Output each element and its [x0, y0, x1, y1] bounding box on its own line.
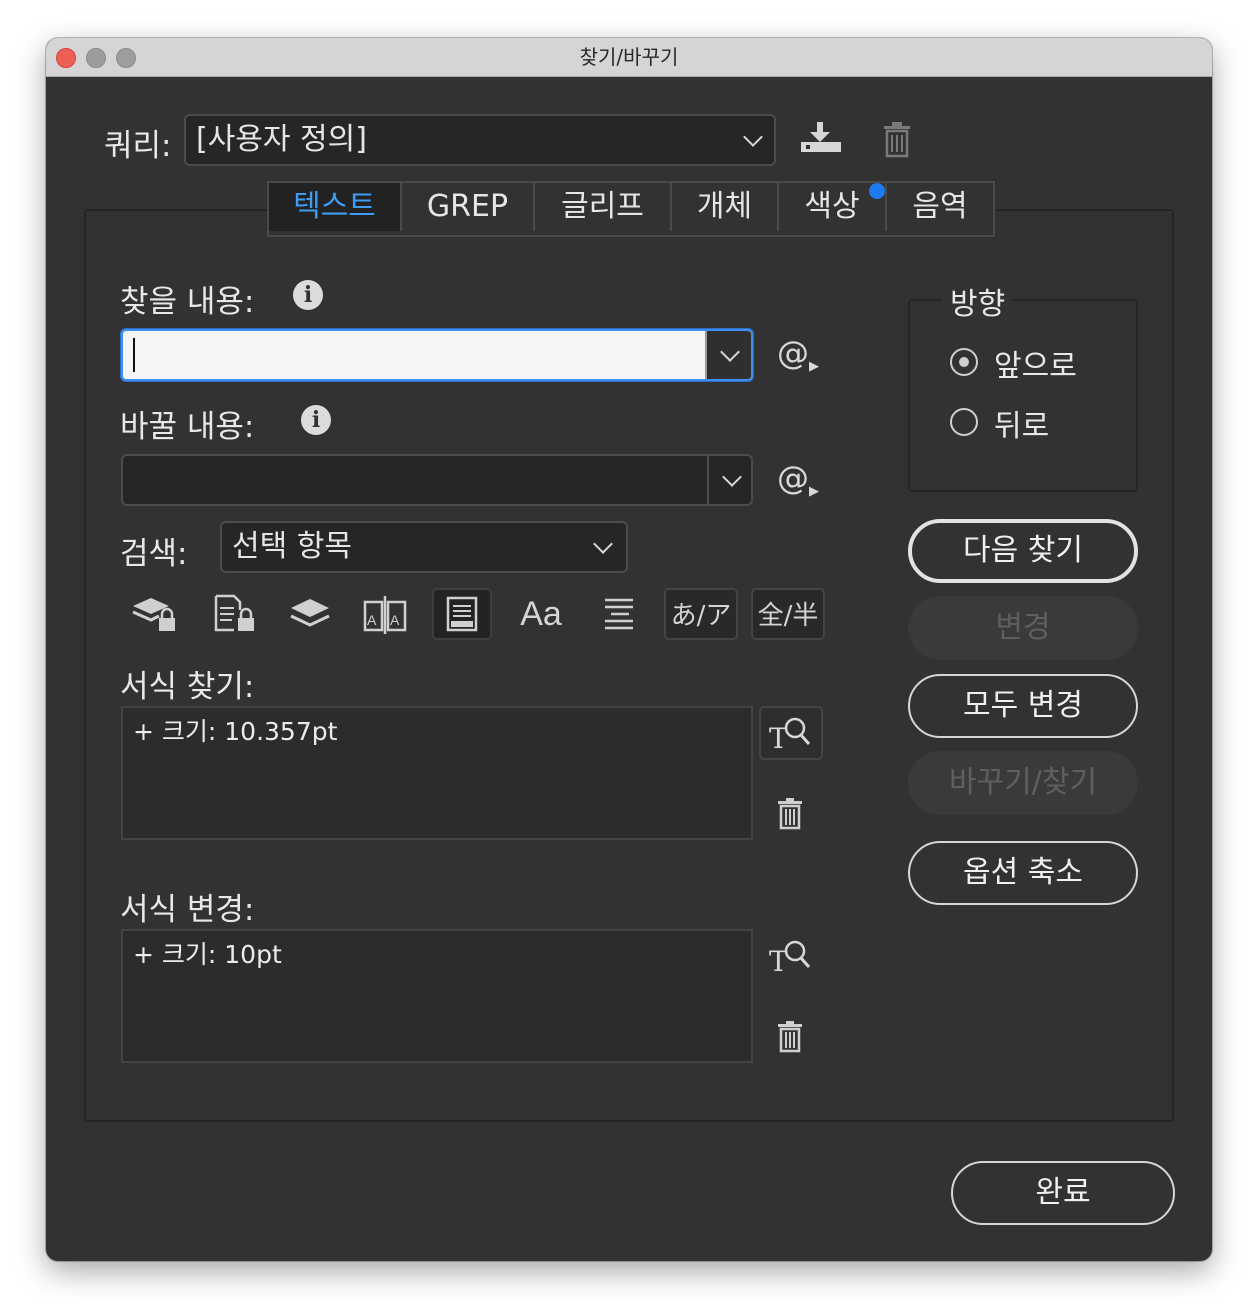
change-format-value: + 크기: 10pt	[133, 940, 282, 969]
backward-label[interactable]: 뒤로	[994, 401, 1049, 445]
include-hidden-layers-icon[interactable]	[280, 588, 340, 640]
find-what-label: 찾을 내용:	[120, 284, 255, 320]
full-half-width-icon[interactable]: 全/半	[751, 588, 825, 640]
tab-bar: 텍스트 GREP 글리프 개체 색상 음역	[267, 181, 995, 237]
special-characters-find-button[interactable]: @▶	[777, 334, 819, 374]
chevron-down-icon	[720, 342, 740, 362]
format-search-icon: T	[769, 717, 811, 755]
include-master-pages-icon[interactable]: A A	[355, 588, 415, 640]
find-change-dialog: 찾기/바꾸기 쿼리: [사용자 정의] 텍스트 GREP 글리프 개체 색상 음…	[46, 38, 1212, 1261]
info-icon[interactable]: i	[293, 280, 323, 310]
find-next-button[interactable]: 다음 찾기	[908, 519, 1138, 583]
query-label: 쿼리:	[104, 128, 172, 164]
include-footnotes-icon[interactable]	[432, 588, 492, 640]
radio-backward[interactable]	[950, 408, 978, 436]
title-bar: 찾기/바꾸기	[46, 38, 1212, 77]
chevron-down-icon[interactable]	[722, 467, 742, 487]
tab-color-label: 색상	[804, 189, 860, 224]
find-format-value: + 크기: 10.357pt	[133, 717, 338, 746]
change-format-box[interactable]: + 크기: 10pt	[121, 929, 753, 1063]
specify-change-format-button[interactable]: T	[761, 931, 821, 981]
direction-label: 방향	[942, 279, 1014, 323]
change-all-button[interactable]: 모두 변경	[908, 674, 1138, 738]
search-scope-value: 선택 항목	[232, 529, 352, 564]
query-select-value: [사용자 정의]	[196, 122, 367, 157]
find-what-input[interactable]	[121, 329, 753, 381]
clear-find-format-trash-icon[interactable]	[777, 798, 803, 830]
svg-text:A: A	[390, 612, 400, 628]
text-cursor	[133, 338, 135, 372]
trash-icon[interactable]	[882, 122, 912, 158]
search-label: 검색:	[120, 536, 188, 572]
include-locked-stories-icon[interactable]	[203, 588, 263, 640]
tab-object[interactable]: 개체	[672, 183, 779, 231]
change-to-label: 바꿀 내용:	[120, 409, 255, 445]
case-sensitive-icon[interactable]: Aa	[511, 588, 571, 640]
tab-color[interactable]: 색상	[779, 183, 887, 231]
query-select[interactable]: [사용자 정의]	[184, 114, 776, 166]
radio-forward[interactable]	[950, 348, 978, 376]
window-title: 찾기/바꾸기	[579, 45, 679, 69]
info-icon[interactable]: i	[301, 405, 331, 435]
find-format-box[interactable]: + 크기: 10.357pt	[121, 706, 753, 840]
chevron-down-icon	[743, 127, 763, 147]
tab-badge	[869, 183, 885, 199]
save-query-icon[interactable]	[798, 120, 844, 156]
find-format-label: 서식 찾기:	[120, 669, 255, 705]
done-button[interactable]: 완료	[951, 1161, 1175, 1225]
chevron-down-icon	[593, 534, 613, 554]
tab-grep[interactable]: GREP	[402, 183, 535, 231]
tab-glyph[interactable]: 글리프	[535, 183, 672, 231]
specify-find-format-button[interactable]: T	[759, 706, 823, 760]
change-format-label: 서식 변경:	[120, 892, 255, 928]
fewer-options-button[interactable]: 옵션 축소	[908, 841, 1138, 905]
format-search-icon: T	[769, 940, 811, 978]
dropdown-divider	[707, 456, 709, 504]
search-scope-select[interactable]: 선택 항목	[220, 521, 628, 573]
include-locked-layers-icon[interactable]	[124, 588, 184, 640]
forward-label[interactable]: 앞으로	[994, 341, 1077, 385]
direction-group	[908, 299, 1138, 492]
find-history-dropdown[interactable]	[707, 331, 751, 379]
whole-word-icon[interactable]	[589, 588, 649, 640]
tab-text[interactable]: 텍스트	[269, 183, 402, 231]
tab-transliterate[interactable]: 음역	[887, 183, 993, 231]
change-button[interactable]: 변경	[908, 596, 1138, 660]
special-characters-change-button[interactable]: @▶	[777, 459, 819, 499]
kana-sensitive-icon[interactable]: あ/ア	[664, 588, 738, 640]
svg-text:A: A	[367, 612, 377, 628]
change-to-input[interactable]	[121, 454, 753, 506]
change-find-button[interactable]: 바꾸기/찾기	[908, 751, 1138, 815]
clear-change-format-trash-icon[interactable]	[777, 1021, 803, 1053]
